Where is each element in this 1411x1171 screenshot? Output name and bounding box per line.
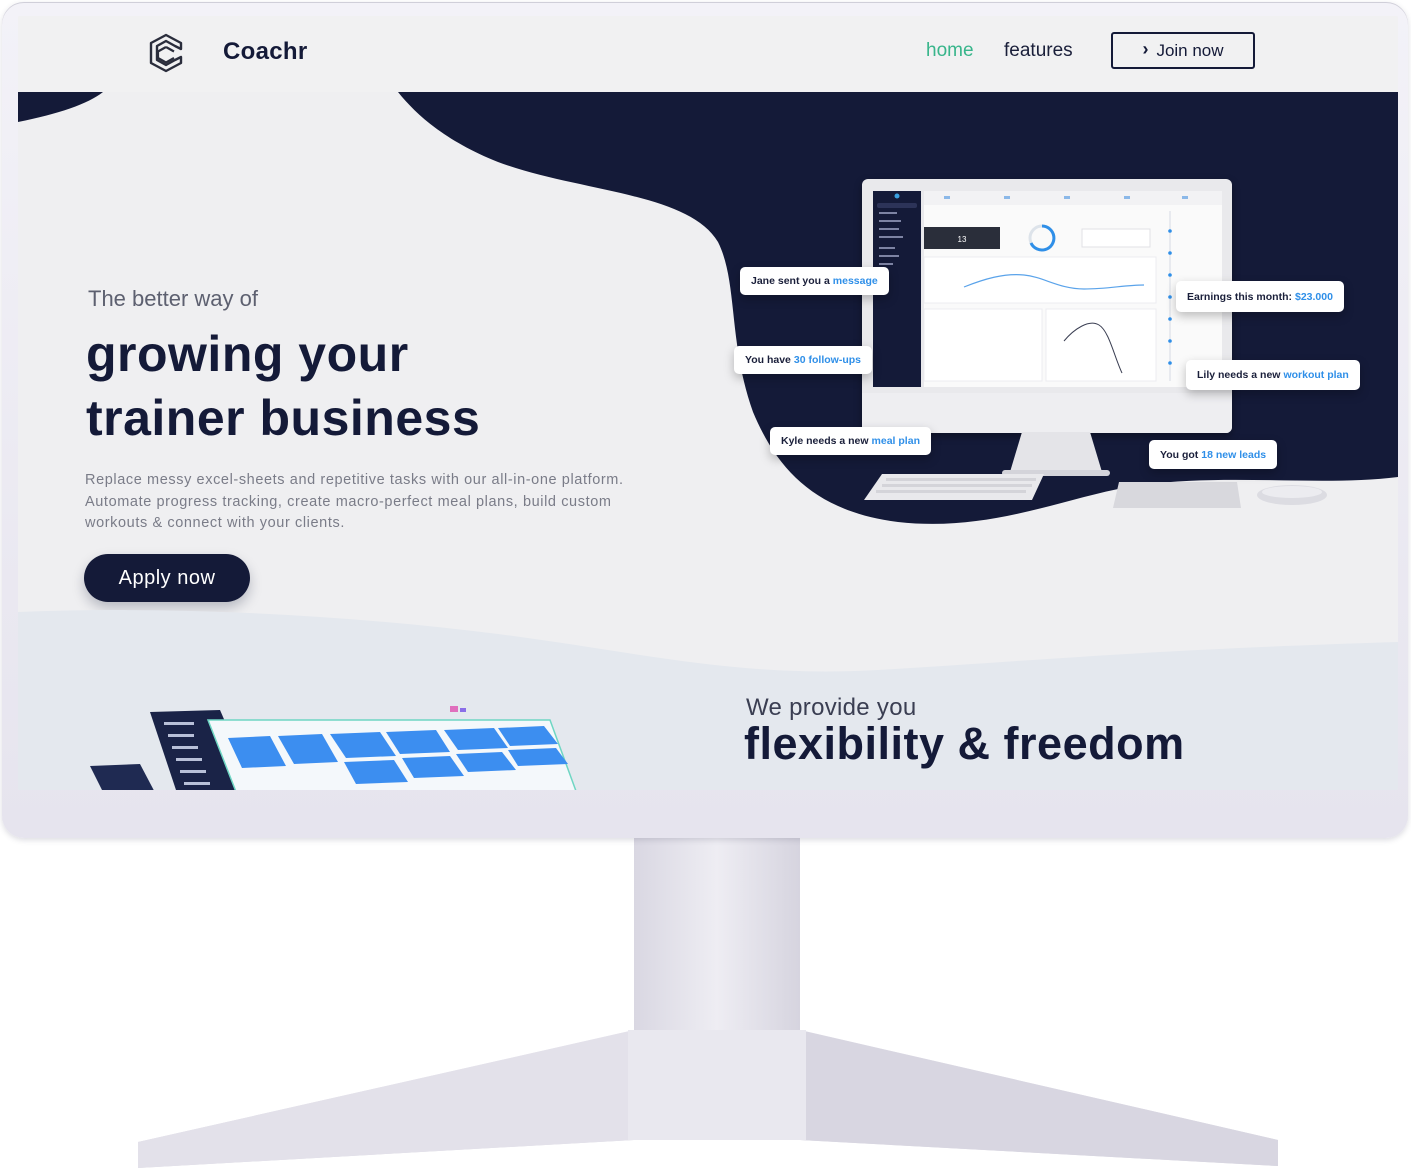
nav-link-features[interactable]: features: [1004, 40, 1073, 62]
notification-workout-plan-link: workout plan: [1283, 369, 1349, 381]
notification-meal-plan-link: meal plan: [871, 435, 920, 447]
notification-meal-plan-prefix: Kyle needs a new: [781, 435, 869, 447]
notification-follow-ups-prefix: You have: [745, 354, 791, 366]
hero-headline: growing your trainer business: [86, 322, 480, 450]
mockup-stand: [1002, 432, 1110, 476]
nav-link-home[interactable]: home: [926, 40, 974, 62]
svg-text:13: 13: [958, 235, 967, 244]
coachr-logo-icon[interactable]: [146, 32, 186, 74]
hero-tagline: The better way of: [88, 286, 258, 311]
notification-earnings: Earnings this month: $23.000: [1176, 281, 1344, 312]
notification-workout-plan: Lily needs a new workout plan: [1186, 360, 1360, 390]
keyboard-image: [864, 474, 1044, 500]
notification-follow-ups-link: 30 follow-ups: [793, 354, 861, 366]
notification-message-prefix: Jane sent you a: [751, 275, 830, 287]
apply-now-button[interactable]: Apply now: [84, 554, 250, 602]
notification-meal-plan: Kyle needs a new meal plan: [770, 427, 931, 455]
join-now-button[interactable]: › Join now: [1111, 32, 1255, 69]
notification-message-link: message: [832, 275, 878, 287]
headline-line-2: trainer business: [86, 390, 481, 446]
notification-earnings-link: $23.000: [1295, 290, 1333, 303]
notification-leads-link: 18 new leads: [1201, 448, 1267, 461]
notification-earnings-prefix: Earnings this month:: [1187, 290, 1292, 303]
description-line-1: Replace messy excel-sheets and repetitiv…: [85, 472, 624, 488]
monitor-frame: Coachr home features › Join now The bett…: [2, 2, 1408, 838]
notification-leads: You got 18 new leads: [1149, 440, 1278, 469]
app-preview-image: [90, 706, 577, 790]
website-screen: Coachr home features › Join now The bett…: [18, 16, 1398, 790]
notification-leads-prefix: You got: [1160, 448, 1199, 461]
chevron-right-icon: ›: [1142, 39, 1149, 59]
top-navigation: Coachr home features › Join now: [18, 16, 1398, 92]
headline-line-1: growing your: [86, 326, 409, 382]
description-line-3: workouts & connect with your clients.: [85, 515, 345, 531]
notification-follow-ups: You have 30 follow-ups: [734, 346, 872, 374]
section2-title: flexibility & freedom: [744, 718, 1185, 769]
join-now-label: Join now: [1156, 40, 1224, 60]
mouse-image: [1257, 485, 1327, 505]
description-line-2: Automate progress tracking, create macro…: [85, 493, 612, 510]
notification-workout-plan-prefix: Lily needs a new: [1197, 369, 1281, 381]
notification-message: Jane sent you a message: [740, 267, 889, 295]
hero-description: Replace messy excel-sheets and repetitiv…: [85, 470, 685, 535]
trackpad-image: [1113, 482, 1241, 508]
brand-name[interactable]: Coachr: [223, 38, 308, 66]
